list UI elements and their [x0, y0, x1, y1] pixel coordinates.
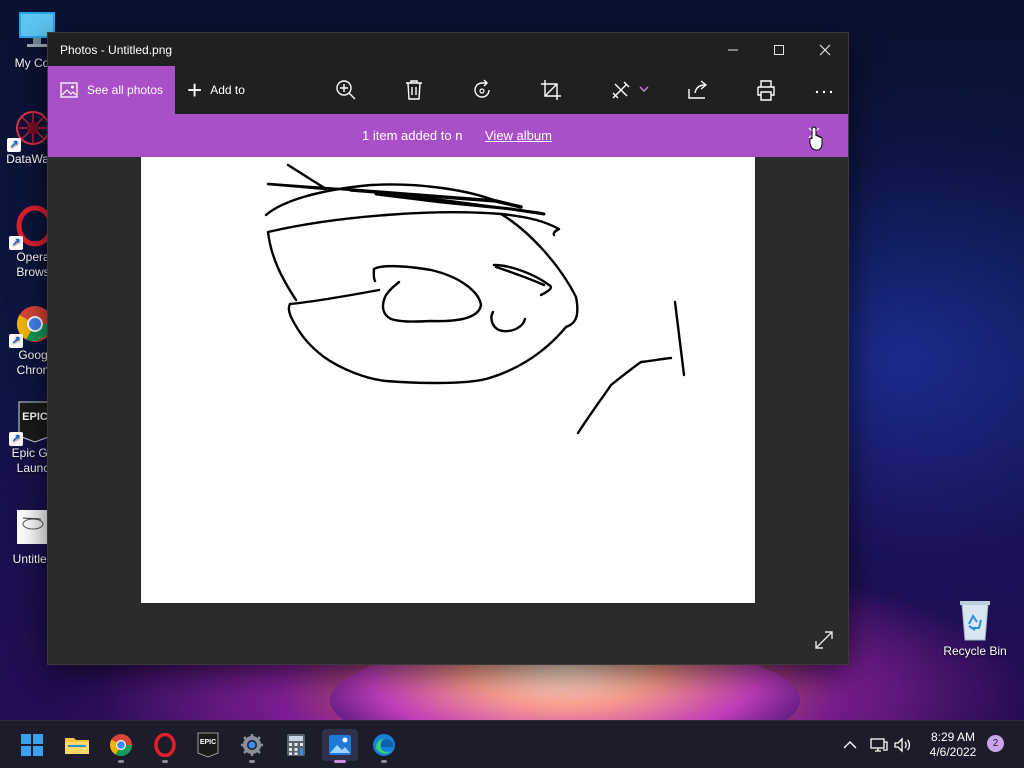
- zoom-in-icon: [336, 80, 356, 100]
- shortcut-arrow-icon: ↗: [9, 432, 23, 446]
- fullscreen-button[interactable]: [814, 630, 834, 650]
- notification-count-badge[interactable]: 2: [987, 735, 1004, 752]
- add-to-label: Add to: [210, 83, 245, 97]
- hand-cursor-icon: [809, 126, 827, 152]
- print-icon: [757, 80, 775, 101]
- window-title: Photos - Untitled.png: [60, 43, 173, 57]
- photos-window: Photos - Untitled.png See all photos + A…: [47, 32, 849, 665]
- title-bar[interactable]: Photos - Untitled.png: [48, 33, 848, 66]
- taskbar-photos[interactable]: [322, 729, 358, 763]
- calculator-icon: [287, 734, 305, 756]
- running-indicator: [118, 760, 124, 763]
- active-indicator: [334, 760, 346, 763]
- edge-icon: [373, 734, 395, 756]
- taskbar-edge[interactable]: [366, 729, 402, 763]
- zoom-button[interactable]: [334, 78, 358, 102]
- crop-button[interactable]: [539, 78, 563, 102]
- expand-icon: [815, 631, 833, 649]
- running-indicator: [249, 760, 255, 763]
- settings-icon: [241, 734, 263, 756]
- share-icon: [688, 80, 708, 99]
- photos-icon: [329, 735, 351, 755]
- clock-time: 8:29 AM: [930, 730, 976, 744]
- shortcut-arrow-icon: ↗: [9, 334, 23, 348]
- desktop-icon-recycle-bin[interactable]: Recycle Bin: [940, 598, 1010, 659]
- clock[interactable]: 8:29 AM 4/6/2022: [922, 730, 984, 760]
- close-icon: [819, 44, 831, 55]
- photo-canvas[interactable]: [141, 157, 755, 603]
- taskbar: EPIC 8:29 AM 4/6/2022: [0, 720, 1024, 768]
- running-indicator: [381, 760, 387, 763]
- see-all-photos-button[interactable]: See all photos: [48, 66, 175, 114]
- plus-icon: +: [187, 75, 203, 105]
- maximize-button[interactable]: [756, 33, 802, 66]
- toolbar: See all photos + Add to: [48, 66, 848, 114]
- show-hidden-icons-button[interactable]: [843, 721, 857, 768]
- delete-icon: [406, 80, 422, 100]
- notification-bar: 1 item added to n View album: [48, 114, 848, 157]
- epic-logo-text: EPIC: [200, 739, 216, 746]
- epic-games-icon: EPIC: [197, 732, 219, 758]
- view-album-link[interactable]: View album: [485, 128, 552, 143]
- chrome-icon: [110, 734, 132, 756]
- shortcut-arrow-icon: ↗: [7, 138, 21, 152]
- close-button[interactable]: [802, 33, 848, 66]
- taskbar-chrome[interactable]: [103, 729, 139, 763]
- add-to-button[interactable]: + Add to: [187, 66, 245, 114]
- notification-message: 1 item added to n: [362, 128, 463, 143]
- shortcut-arrow-icon: ↗: [9, 236, 23, 250]
- minimize-icon: [728, 49, 738, 50]
- start-icon: [21, 734, 43, 756]
- volume-icon: [894, 737, 911, 753]
- taskbar-opera[interactable]: [147, 729, 183, 763]
- epic-logo-text: EPIC: [22, 411, 48, 423]
- taskbar-file-explorer[interactable]: [59, 729, 95, 761]
- clock-date: 4/6/2022: [929, 745, 977, 759]
- minimize-button[interactable]: [710, 33, 756, 66]
- chevron-up-icon: [843, 741, 857, 749]
- file-explorer-icon: [65, 738, 89, 754]
- more-icon: [815, 90, 833, 94]
- rotate-icon: [474, 79, 490, 98]
- running-indicator: [162, 760, 168, 763]
- opera-icon: [154, 733, 176, 757]
- print-button[interactable]: [754, 78, 778, 102]
- edit-draw-button[interactable]: [610, 78, 650, 102]
- see-all-photos-label: See all photos: [87, 83, 164, 97]
- gallery-icon: [60, 82, 78, 98]
- edit-draw-icon: [612, 81, 649, 99]
- rotate-button[interactable]: [470, 78, 494, 102]
- share-button[interactable]: [686, 78, 710, 102]
- network-icon: [870, 738, 888, 752]
- more-button[interactable]: [812, 78, 836, 102]
- taskbar-calculator[interactable]: [278, 729, 314, 761]
- start-button[interactable]: [14, 729, 50, 761]
- maximize-icon: [774, 44, 784, 55]
- photo-image: [264, 163, 686, 435]
- volume-button[interactable]: [894, 721, 912, 768]
- delete-button[interactable]: [402, 78, 426, 102]
- network-button[interactable]: [870, 721, 888, 768]
- taskbar-settings[interactable]: [234, 729, 270, 763]
- crop-icon: [541, 80, 561, 100]
- taskbar-epic-games[interactable]: EPIC: [190, 729, 226, 761]
- recycle-bin-icon: [953, 598, 997, 642]
